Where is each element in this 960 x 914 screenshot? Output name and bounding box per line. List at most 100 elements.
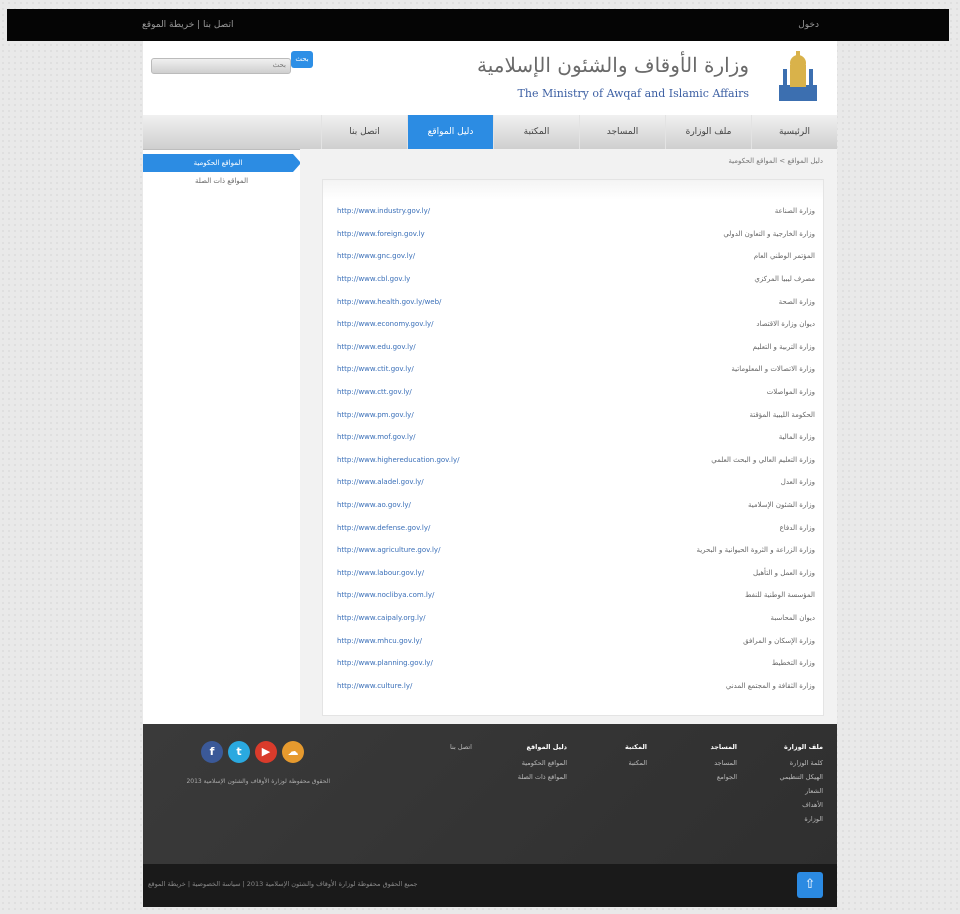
site-url-link[interactable]: http://www.ctit.gov.ly/	[337, 365, 414, 373]
table-row: http://www.mhcu.gov.ly/وزارة الإسكان و ا…	[323, 629, 823, 652]
top-links[interactable]: اتصل بنا | خريطة الموقع	[142, 20, 234, 30]
table-row: http://www.labour.gov.ly/وزارة العمل و ا…	[323, 562, 823, 585]
footer-link[interactable]: الجوامع	[710, 773, 737, 781]
site-url-link[interactable]: http://www.highereducation.gov.ly/	[337, 456, 459, 464]
table-row: http://www.culture.ly/وزارة الثقافة و ال…	[323, 674, 823, 697]
site-url-link[interactable]: http://www.industry.gov.ly/	[337, 207, 430, 215]
site-url-link[interactable]: http://www.mof.gov.ly/	[337, 433, 415, 441]
facebook-icon[interactable]: f	[201, 741, 223, 763]
site-name: وزارة الصناعة	[774, 207, 815, 216]
table-row: http://www.economy.gov.ly/ديوان وزارة ال…	[323, 313, 823, 336]
table-row: http://www.health.gov.ly/web/وزارة الصحة	[323, 290, 823, 313]
search-area: بحث	[151, 51, 313, 74]
table-row: http://www.gnc.gov.ly/المؤتمر الوطني الع…	[323, 245, 823, 268]
back-to-top-button[interactable]: ⇧	[797, 872, 823, 898]
site-name: وزارة الصحة	[778, 297, 815, 306]
footer-col-heading[interactable]: المساجد	[710, 743, 737, 751]
footer-link[interactable]: الأهداف	[779, 801, 823, 809]
site-url-link[interactable]: http://www.edu.gov.ly/	[337, 343, 416, 351]
nav-sites-directory[interactable]: دليل المواقع	[407, 115, 493, 149]
sidebar-item-government-sites[interactable]: المواقع الحكومية	[143, 154, 301, 172]
site-url-link[interactable]: http://www.agriculture.gov.ly/	[337, 546, 440, 554]
site-url-link[interactable]: http://www.health.gov.ly/web/	[337, 298, 441, 306]
soundcloud-icon[interactable]: ☁	[282, 741, 304, 763]
table-row: http://www.defense.gov.ly/وزارة الدفاع	[323, 516, 823, 539]
site-url-link[interactable]: http://www.foreign.gov.ly	[337, 230, 425, 238]
sidebar: المواقع الحكومية المواقع ذات الصلة	[143, 154, 301, 724]
site-name: وزارة الخارجية و التعاون الدولي	[723, 229, 815, 238]
site-url-link[interactable]: http://www.cbl.gov.ly	[337, 275, 410, 283]
table-row: http://www.agriculture.gov.ly/وزارة الزر…	[323, 539, 823, 562]
footer-link[interactable]: المساجد	[710, 759, 737, 767]
site-url-link[interactable]: http://www.defense.gov.ly/	[337, 524, 430, 532]
footer-col-mosques: المساجد المساجد الجوامع	[710, 743, 737, 787]
footer-link[interactable]: الشعار	[779, 787, 823, 795]
links-table: http://www.industry.gov.ly/وزارة الصناعة…	[322, 179, 824, 716]
footer-link[interactable]: اتصل بنا	[450, 743, 472, 751]
main-content: دليل المواقع > المواقع الحكومية http://w…	[300, 149, 837, 724]
ministry-logo-icon[interactable]	[775, 49, 821, 105]
nav-mosques[interactable]: المساجد	[579, 115, 665, 149]
top-bar: اتصل بنا | خريطة الموقع دخول	[7, 9, 949, 41]
site-name: وزارة الإسكان و المرافق	[743, 636, 815, 645]
site-url-link[interactable]: http://www.ao.gov.ly/	[337, 501, 411, 509]
search-input[interactable]	[151, 57, 291, 74]
site-name: المؤتمر الوطني العام	[753, 252, 815, 261]
footer-link[interactable]: الهيكل التنظيمي	[779, 773, 823, 781]
login-link[interactable]: دخول	[798, 20, 819, 30]
site-url-link[interactable]: http://www.mhcu.gov.ly/	[337, 637, 422, 645]
footer-col-heading[interactable]: المكتبة	[625, 743, 647, 751]
footer-col-ministry: ملف الوزارة كلمة الوزارة الهيكل التنظيمي…	[779, 743, 823, 829]
site-name: وزارة المواصلات	[766, 388, 815, 397]
nav-contact[interactable]: اتصل بنا	[321, 115, 407, 149]
ministry-title-ar: وزارة الأوقاف والشئون الإسلامية	[477, 53, 749, 77]
breadcrumb[interactable]: دليل المواقع > المواقع الحكومية	[728, 157, 823, 165]
search-button[interactable]: بحث	[291, 51, 313, 68]
table-row: http://www.highereducation.gov.ly/وزارة …	[323, 449, 823, 472]
footer-link[interactable]: المواقع ذات الصلة	[518, 773, 567, 781]
site-name: وزارة العدل	[780, 478, 815, 487]
site-name: المؤسسة الوطنية للنفط	[744, 591, 815, 600]
site-url-link[interactable]: http://www.gnc.gov.ly/	[337, 252, 415, 260]
site-url-link[interactable]: http://www.economy.gov.ly/	[337, 320, 434, 328]
footer-col-heading[interactable]: دليل المواقع	[518, 743, 567, 751]
site-url-link[interactable]: http://www.caipaly.org.ly/	[337, 614, 425, 622]
ministry-title-en: The Ministry of Awqaf and Islamic Affair…	[517, 87, 749, 100]
footer-link[interactable]: المواقع الحكومية	[518, 759, 567, 767]
footer-col-sites: دليل المواقع المواقع الحكومية المواقع ذا…	[518, 743, 567, 787]
site-name: مصرف ليبيا المركزي	[754, 275, 815, 284]
nav-library[interactable]: المكتبة	[493, 115, 579, 149]
table-row: http://www.noclibya.com.ly/المؤسسة الوطن…	[323, 584, 823, 607]
table-row: http://www.mof.gov.ly/وزارة المالية	[323, 426, 823, 449]
site-name: ديوان وزارة الاقتصاد	[756, 320, 815, 329]
site-url-link[interactable]: http://www.planning.gov.ly/	[337, 659, 433, 667]
twitter-icon[interactable]: t	[228, 741, 250, 763]
site-url-link[interactable]: http://www.noclibya.com.ly/	[337, 591, 434, 599]
footer-link[interactable]: الوزارة	[779, 815, 823, 823]
site-name: وزارة التعليم العالي و البحث العلمي	[711, 455, 815, 464]
table-row: http://www.cbl.gov.ly مصرف ليبيا المركزي	[323, 268, 823, 291]
site-url-link[interactable]: http://www.labour.gov.ly/	[337, 569, 424, 577]
youtube-icon[interactable]: ▶	[255, 741, 277, 763]
site-name: وزارة الشئون الإسلامية	[748, 501, 815, 510]
table-row: http://www.industry.gov.ly/وزارة الصناعة	[323, 200, 823, 223]
sidebar-item-related-sites[interactable]: المواقع ذات الصلة	[143, 172, 300, 190]
site-url-link[interactable]: http://www.culture.ly/	[337, 682, 412, 690]
site-header: بحث وزارة الأوقاف والشئون الإسلامية The …	[143, 41, 837, 115]
site-url-link[interactable]: http://www.pm.gov.ly/	[337, 411, 414, 419]
site-url-link[interactable]: http://www.ctt.gov.ly/	[337, 388, 412, 396]
site-url-link[interactable]: http://www.aladel.gov.ly/	[337, 478, 424, 486]
footer-link[interactable]: كلمة الوزارة	[779, 759, 823, 767]
table-row: http://www.pm.gov.ly/الحكومة الليبية الم…	[323, 403, 823, 426]
site-name: وزارة العمل و التأهيل	[752, 568, 815, 577]
social-links: f t ▶ ☁	[201, 741, 304, 763]
table-row: http://www.aladel.gov.ly/وزارة العدل	[323, 471, 823, 494]
footer-link[interactable]: المكتبة	[625, 759, 647, 767]
site-name: ديوان المحاسبة	[770, 613, 816, 622]
site-footer: f t ▶ ☁ الحقوق محفوظة لوزارة الأوقاف والشئو…	[143, 724, 837, 864]
site-name: وزارة الدفاع	[779, 523, 815, 532]
nav-ministry-profile[interactable]: ملف الوزارة	[665, 115, 751, 149]
footer-col-heading[interactable]: ملف الوزارة	[779, 743, 823, 751]
site-name: وزارة الاتصالات و المعلوماتية	[731, 365, 815, 374]
nav-home[interactable]: الرئيسية	[751, 115, 837, 149]
